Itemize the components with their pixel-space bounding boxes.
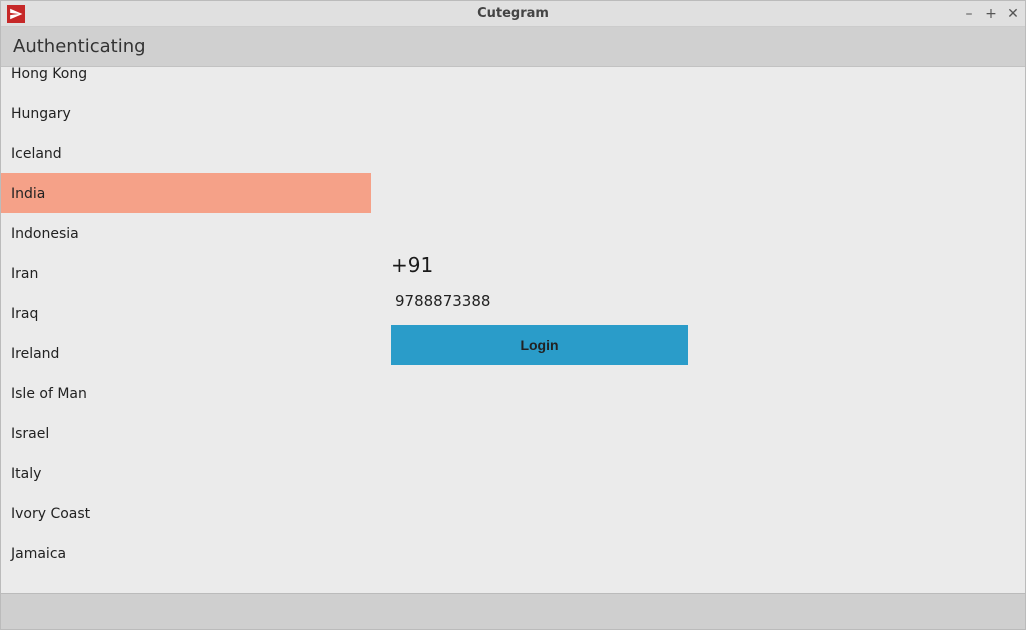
window-controls: – + ✕ [963, 7, 1019, 21]
country-item-label: Iran [11, 266, 38, 282]
login-button-label: Login [520, 337, 558, 353]
country-list[interactable]: Hong Kong Hungary Iceland India Indonesia Ira… [1, 67, 371, 579]
page-title: Authenticating [13, 36, 146, 57]
country-item-label: Hungary [11, 106, 71, 122]
country-item-label: Hong Kong [11, 67, 87, 82]
country-item-label: India [11, 186, 45, 202]
titlebar: Cutegram – + ✕ [1, 1, 1025, 27]
country-item-label: Ireland [11, 346, 59, 362]
country-item[interactable]: Iran [1, 253, 371, 293]
country-item[interactable]: Isle of Man [1, 373, 371, 413]
country-item[interactable]: Jamaica [1, 533, 371, 573]
minimize-icon[interactable]: – [963, 7, 975, 21]
country-item[interactable]: Indonesia [1, 213, 371, 253]
country-item[interactable]: Hungary [1, 93, 371, 133]
content-area: Hong Kong Hungary Iceland India Indonesia Ira… [1, 67, 1025, 593]
country-item[interactable]: Ireland [1, 333, 371, 373]
app-window: Cutegram – + ✕ Authenticating Hong KongH… [0, 0, 1026, 630]
header-bar: Authenticating [1, 27, 1025, 67]
maximize-icon[interactable]: + [985, 7, 997, 21]
country-item-label: Indonesia [11, 226, 79, 242]
country-code-label: +91 [391, 253, 433, 277]
footer-bar [1, 593, 1025, 629]
paper-plane-icon [7, 5, 25, 23]
country-item[interactable]: India [1, 173, 371, 213]
country-item[interactable]: Ivory Coast [1, 493, 371, 533]
country-item[interactable]: Hong Kong [1, 67, 371, 93]
country-item-label: Jamaica [11, 546, 66, 562]
country-item[interactable]: Israel [1, 413, 371, 453]
country-item[interactable]: Iceland [1, 133, 371, 173]
window-title: Cutegram [1, 6, 1025, 21]
country-item-label: Israel [11, 426, 49, 442]
country-item-label: Isle of Man [11, 386, 87, 402]
country-item-label: Italy [11, 466, 41, 482]
login-button[interactable]: Login [391, 325, 688, 365]
country-item-label: Iraq [11, 306, 38, 322]
country-item[interactable]: Italy [1, 453, 371, 493]
phone-input[interactable] [391, 287, 681, 315]
country-item-label: Iceland [11, 146, 62, 162]
country-item[interactable]: Iraq [1, 293, 371, 333]
login-form: +91 Login [371, 67, 1025, 593]
country-item-label: Ivory Coast [11, 506, 90, 522]
close-icon[interactable]: ✕ [1007, 7, 1019, 21]
